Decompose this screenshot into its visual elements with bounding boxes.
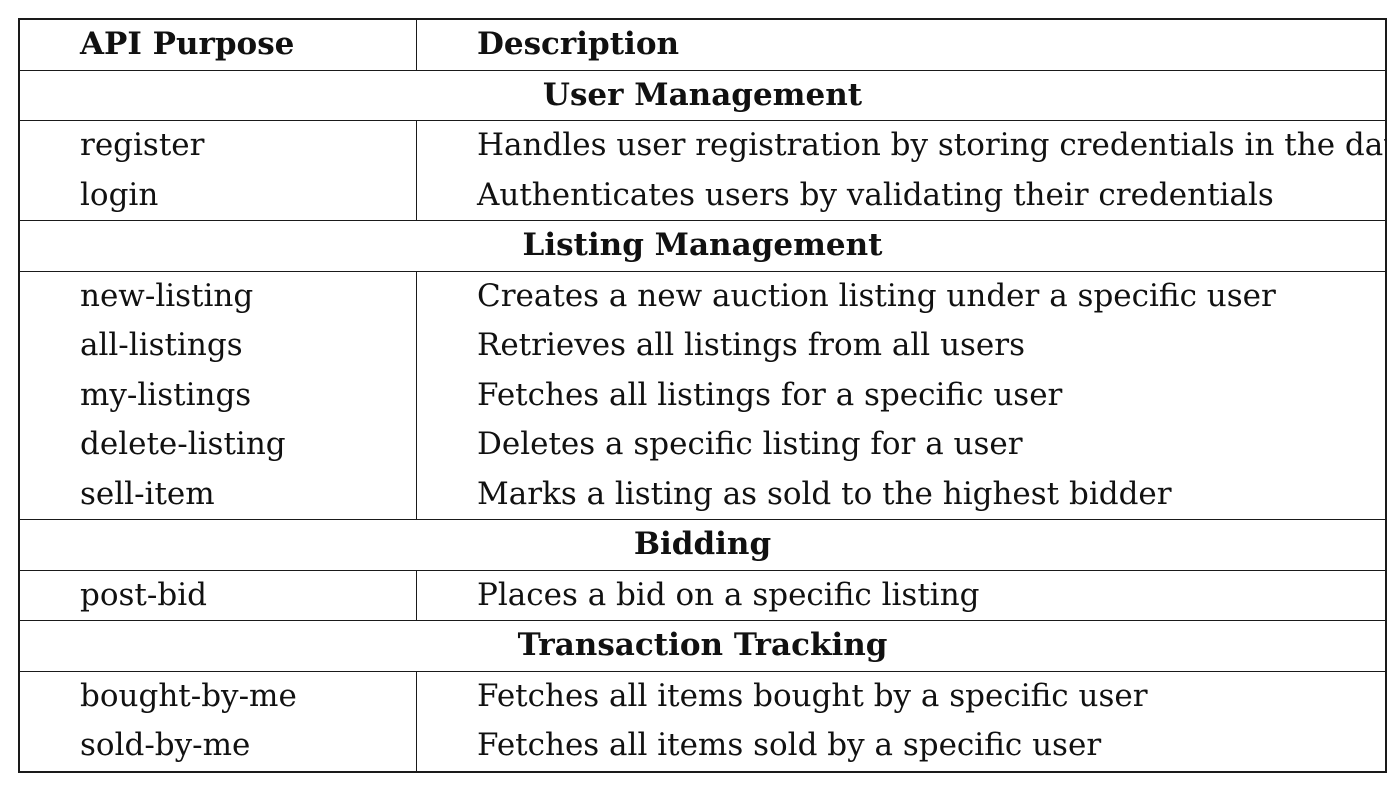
section-header-row: Listing Management	[19, 220, 1386, 271]
table-row: login Authenticates users by validating t…	[19, 170, 1386, 221]
section-title: User Management	[19, 69, 1386, 121]
api-description-cell: Deletes a specific listing for a user	[477, 426, 1023, 462]
api-description-cell: Authenticates users by validating their …	[477, 176, 1274, 213]
api-description-cell: Marks a listing as sold to the highest b…	[477, 475, 1172, 512]
section-title: Listing Management	[19, 220, 1386, 271]
header-row: API Purpose Description	[19, 19, 1386, 70]
api-description-cell: Fetches all listings for a specific user	[477, 376, 1063, 413]
section-header-row: User Management	[19, 69, 1386, 121]
api-name-cell: all-listings	[19, 321, 417, 371]
api-name-cell: sold-by-me	[19, 721, 417, 772]
api-table-body: API Purpose Description User Management r…	[19, 19, 1386, 772]
header-description: Description	[477, 26, 680, 62]
api-description-cell: Handles user registration by storing cre…	[416, 120, 1386, 171]
api-table: API Purpose Description User Management r…	[18, 18, 1387, 773]
api-name-cell: my-listings	[19, 370, 417, 420]
header-api-purpose: API Purpose	[19, 19, 417, 70]
api-name-cell: register	[19, 120, 417, 171]
section-header-row: Bidding	[19, 519, 1386, 570]
table-row: delete-listing Deletes a specific listing…	[19, 420, 1386, 470]
api-name-cell: login	[19, 170, 417, 221]
api-name-cell: sell-item	[19, 469, 417, 520]
table-row: all-listings Retrieves all listings from …	[19, 321, 1386, 371]
api-description-cell: Fetches all items bought by a specific u…	[416, 670, 1386, 721]
api-description-cell: Fetches all items sold by a specific use…	[477, 727, 1102, 763]
section-title: Transaction Tracking	[19, 620, 1386, 671]
table-row: sell-item Marks a listing as sold to the …	[19, 469, 1386, 520]
table-row: post-bid Places a bid on a specific listi…	[19, 569, 1386, 621]
table-row: register Handles user registration by sto…	[19, 120, 1386, 171]
api-name-cell: new-listing	[19, 270, 417, 321]
api-name-cell: bought-by-me	[19, 670, 417, 721]
api-description-cell: Creates a new auction listing under a sp…	[416, 270, 1386, 321]
table-row: bought-by-me Fetches all items bought by …	[19, 670, 1386, 721]
api-name-cell: delete-listing	[19, 420, 417, 470]
table-row: my-listings Fetches all listings for a sp…	[19, 370, 1386, 420]
api-description-cell: Places a bid on a specific listing	[416, 569, 1386, 621]
table-row: sold-by-me Fetches all items sold by a sp…	[19, 721, 1386, 772]
api-description-cell: Retrieves all listings from all users	[477, 327, 1026, 363]
api-name-cell: post-bid	[19, 569, 417, 621]
section-header-row: Transaction Tracking	[19, 620, 1386, 671]
section-title: Bidding	[19, 519, 1386, 570]
table-row: new-listing Creates a new auction listing…	[19, 270, 1386, 321]
